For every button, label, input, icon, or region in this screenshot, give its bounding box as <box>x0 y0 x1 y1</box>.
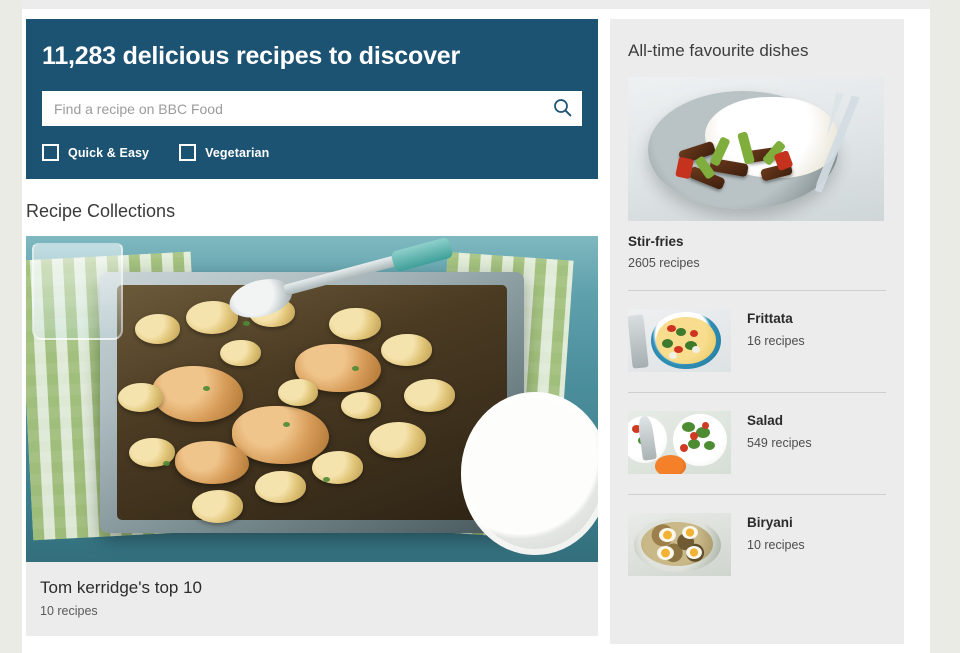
recipe-collections-heading: Recipe Collections <box>26 201 176 221</box>
chicken-piece <box>174 441 250 484</box>
filter-label: Quick & Easy <box>68 145 150 160</box>
sidebar-divider <box>628 290 886 291</box>
potato <box>312 451 364 484</box>
potato <box>403 379 455 413</box>
collection-card-tom-kerridge[interactable]: Tom kerridge's top 10 10 recipes <box>26 236 598 636</box>
filter-vegetarian[interactable]: Vegetarian <box>179 144 269 161</box>
parsley-garnish <box>243 320 251 326</box>
boiled-egg-half <box>685 545 702 559</box>
potato <box>277 379 318 406</box>
feature-title[interactable]: Stir-fries <box>628 234 886 249</box>
item-text: Frittata 16 recipes <box>747 309 805 348</box>
item-title[interactable]: Frittata <box>747 311 805 326</box>
dressing-bowl <box>654 455 686 474</box>
item-title[interactable]: Biryani <box>747 515 805 530</box>
potato <box>380 333 433 367</box>
spoon-grip <box>390 236 454 273</box>
collection-meta: Tom kerridge's top 10 10 recipes <box>26 562 598 636</box>
page-root: 11,283 delicious recipes to discover Qui… <box>0 0 960 653</box>
search-submit-button[interactable] <box>542 91 582 126</box>
search-bar[interactable] <box>42 91 582 126</box>
sidebar-divider <box>628 392 886 393</box>
potato <box>134 314 181 344</box>
main-column: 11,283 delicious recipes to discover Qui… <box>26 19 598 636</box>
cheese-piece <box>691 345 700 353</box>
item-thumbnail[interactable] <box>628 513 731 576</box>
sidebar-heading: All-time favourite dishes <box>628 41 809 60</box>
collection-recipe-count: 10 recipes <box>40 604 98 618</box>
tomato <box>679 443 688 452</box>
boiled-egg-half <box>681 525 698 539</box>
collection-title[interactable]: Tom kerridge's top 10 <box>40 578 584 598</box>
top-chrome-strip <box>22 0 930 9</box>
checkbox-vegetarian[interactable] <box>179 144 197 161</box>
sidebar-all-time-favourites: All-time favourite dishes Stir-fries 260… <box>610 19 904 644</box>
boiled-egg-half <box>658 528 676 543</box>
collection-image[interactable] <box>26 236 598 562</box>
item-text: Biryani 10 recipes <box>747 513 805 552</box>
glass-jar <box>31 242 124 341</box>
item-recipe-count: 549 recipes <box>747 436 812 450</box>
sidebar-item-frittata[interactable]: Frittata 16 recipes <box>628 309 886 372</box>
item-thumbnail[interactable] <box>628 411 731 474</box>
search-icon <box>553 98 572 120</box>
sidebar-item-biryani[interactable]: Biryani 10 recipes <box>628 513 886 576</box>
item-text: Salad 549 recipes <box>747 411 812 450</box>
spiced-rice <box>641 521 714 566</box>
chicken-piece <box>151 366 244 422</box>
item-recipe-count: 16 recipes <box>747 334 805 348</box>
sidebar-feature-stir-fries[interactable]: Stir-fries 2605 recipes <box>628 77 886 270</box>
potato <box>117 382 164 413</box>
filter-quick-and-easy[interactable]: Quick & Easy <box>42 144 149 161</box>
checkbox-quick-and-easy[interactable] <box>42 144 59 161</box>
filters-row: Quick & Easy Vegetarian <box>42 144 582 161</box>
sidebar-item-salad[interactable]: Salad 549 recipes <box>628 411 886 474</box>
filter-label: Vegetarian <box>205 145 270 160</box>
potato <box>191 490 244 523</box>
item-recipe-count: 10 recipes <box>747 538 805 552</box>
boiled-egg-half <box>656 545 674 560</box>
salad-leaf <box>687 438 700 449</box>
potato <box>220 340 261 367</box>
page-title: 11,283 delicious recipes to discover <box>42 42 461 70</box>
tomato-piece <box>674 345 684 353</box>
hero-search-panel: 11,283 delicious recipes to discover Qui… <box>26 19 598 179</box>
potato <box>340 392 381 419</box>
potato <box>254 470 307 504</box>
salad-leaf <box>681 422 695 433</box>
feature-image[interactable] <box>628 77 884 221</box>
cheese-piece <box>669 351 678 359</box>
feature-recipe-count: 2605 recipes <box>628 256 700 270</box>
potato <box>329 307 381 341</box>
search-input[interactable] <box>42 91 542 126</box>
potato <box>369 421 427 458</box>
sidebar-divider <box>628 494 886 495</box>
item-thumbnail[interactable] <box>628 309 731 372</box>
item-title[interactable]: Salad <box>747 413 812 428</box>
